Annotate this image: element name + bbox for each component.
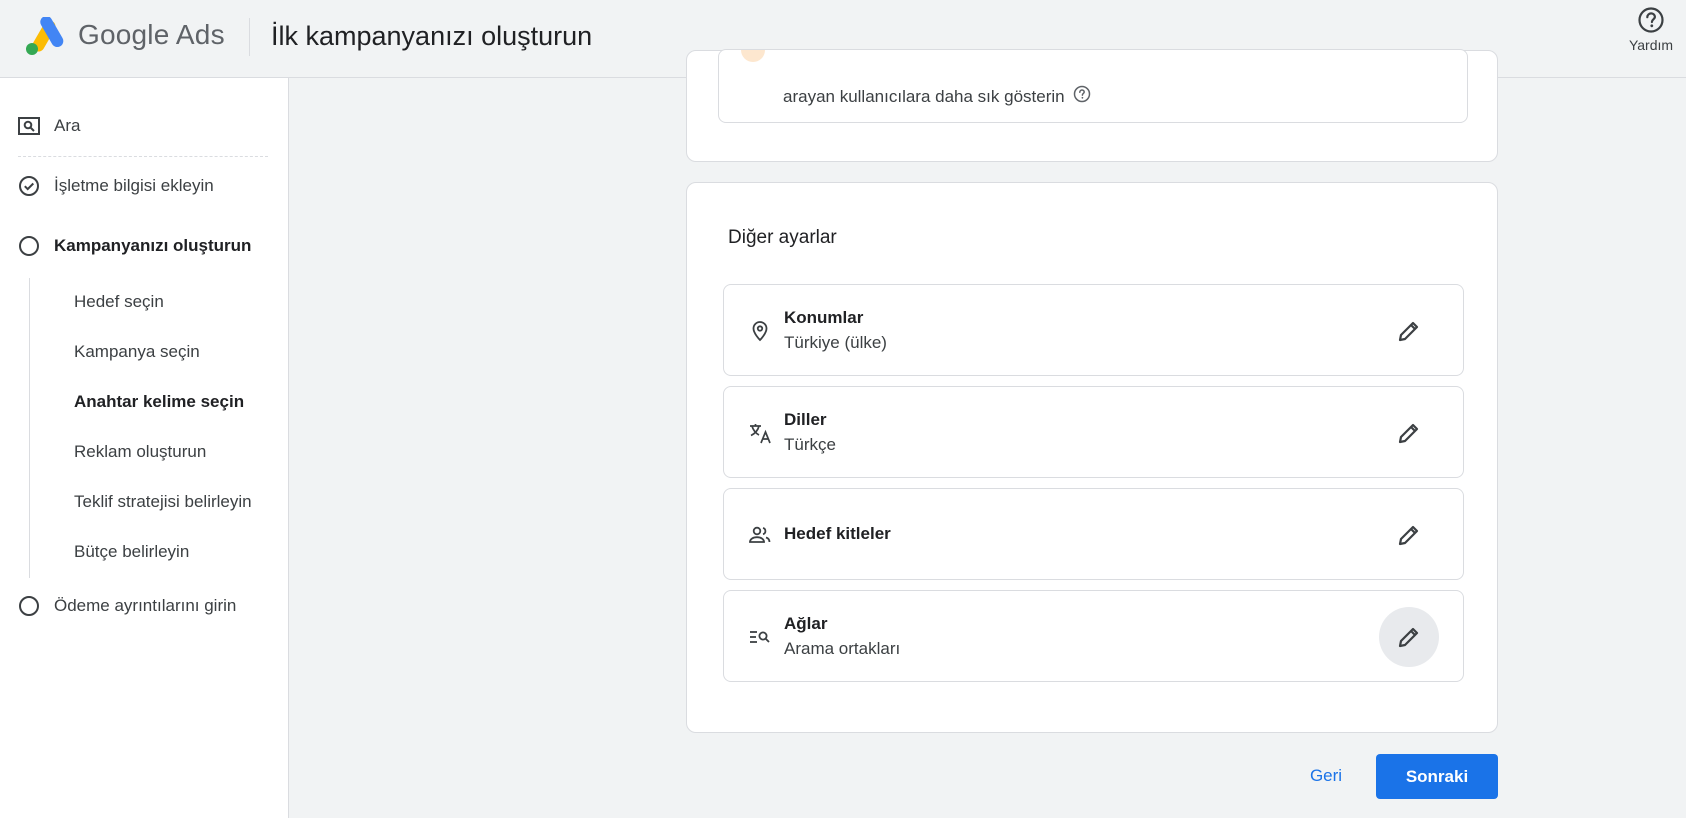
search-icon xyxy=(18,115,40,137)
sidebar-divider xyxy=(18,156,268,157)
setting-title: Diller xyxy=(784,410,827,429)
sidebar-substep-goal[interactable]: Hedef seçin xyxy=(74,292,164,312)
setting-title: Hedef kitleler xyxy=(784,524,891,543)
sidebar-step-label: İşletme bilgisi ekleyin xyxy=(54,176,214,195)
sidebar-search-label: Ara xyxy=(54,116,81,135)
sidebar-search[interactable]: Ara xyxy=(18,115,80,137)
suggestion-box[interactable]: arayan kullanıcılara daha sık gösterin xyxy=(718,49,1468,123)
setting-title: Ağlar xyxy=(784,614,828,633)
setting-value: Türkçe xyxy=(784,435,836,454)
suggestion-text: arayan kullanıcılara daha sık gösterin xyxy=(783,86,1065,106)
edit-button[interactable] xyxy=(1379,301,1439,361)
sidebar-substep-ad[interactable]: Reklam oluşturun xyxy=(74,442,206,462)
pencil-icon xyxy=(1398,525,1419,546)
header-divider xyxy=(249,18,250,56)
other-settings-card: Diğer ayarlar Konumlar Türkiye (ülke) Di… xyxy=(686,182,1498,733)
sidebar-step-business-info[interactable]: İşletme bilgisi ekleyin xyxy=(18,175,214,197)
edit-button[interactable] xyxy=(1379,403,1439,463)
sidebar-substep-bidding[interactable]: Teklif stratejisi belirleyin xyxy=(74,492,252,512)
sidebar-step-label: Ödeme ayrıntılarını girin xyxy=(54,596,237,615)
people-icon xyxy=(748,523,772,547)
sidebar-step-label: Kampanyanızı oluşturun xyxy=(54,236,252,255)
suggestion-badge-icon xyxy=(741,50,765,62)
brand-name: Google Ads xyxy=(78,19,225,50)
setting-languages[interactable]: Diller Türkçe xyxy=(723,386,1464,478)
previous-section-card: arayan kullanıcılara daha sık gösterin xyxy=(686,49,1498,162)
pencil-icon xyxy=(1398,423,1419,444)
translate-icon xyxy=(748,421,772,445)
sidebar: Ara İşletme bilgisi ekleyin Kampanyanızı… xyxy=(0,78,289,818)
setting-title: Konumlar xyxy=(784,308,864,327)
google-ads-logo-icon[interactable] xyxy=(24,17,64,57)
setting-audiences[interactable]: Hedef kitleler xyxy=(723,488,1464,580)
page-title: İlk kampanyanızı oluşturun xyxy=(271,21,593,51)
suggestion-text-row: arayan kullanıcılara daha sık gösterin xyxy=(783,85,1091,108)
substep-line xyxy=(29,278,30,578)
sidebar-step-payment[interactable]: Ödeme ayrıntılarını girin xyxy=(18,595,236,617)
next-button[interactable]: Sonraki xyxy=(1376,754,1498,799)
edit-button[interactable] xyxy=(1379,505,1439,565)
help-button[interactable]: Yardım xyxy=(1618,6,1684,66)
setting-value: Türkiye (ülke) xyxy=(784,333,887,352)
help-label: Yardım xyxy=(1628,37,1674,53)
section-title: Diğer ayarlar xyxy=(728,227,837,248)
help-circle-icon[interactable] xyxy=(1073,85,1091,108)
circle-icon xyxy=(18,235,40,257)
sidebar-substep-campaign[interactable]: Kampanya seçin xyxy=(74,342,200,362)
network-search-icon xyxy=(748,625,772,649)
sidebar-substep-budget[interactable]: Bütçe belirleyin xyxy=(74,542,189,562)
location-pin-icon xyxy=(748,319,772,343)
back-button[interactable]: Geri xyxy=(1296,754,1356,798)
pencil-icon xyxy=(1398,627,1419,648)
pencil-icon xyxy=(1398,321,1419,342)
setting-locations[interactable]: Konumlar Türkiye (ülke) xyxy=(723,284,1464,376)
edit-button[interactable] xyxy=(1379,607,1439,667)
help-icon xyxy=(1638,7,1664,33)
sidebar-step-create-campaign[interactable]: Kampanyanızı oluşturun xyxy=(18,235,251,257)
check-circle-icon xyxy=(18,175,40,197)
setting-networks[interactable]: Ağlar Arama ortakları xyxy=(723,590,1464,682)
setting-value: Arama ortakları xyxy=(784,639,901,658)
circle-icon xyxy=(18,595,40,617)
sidebar-substep-keywords[interactable]: Anahtar kelime seçin xyxy=(74,392,244,412)
